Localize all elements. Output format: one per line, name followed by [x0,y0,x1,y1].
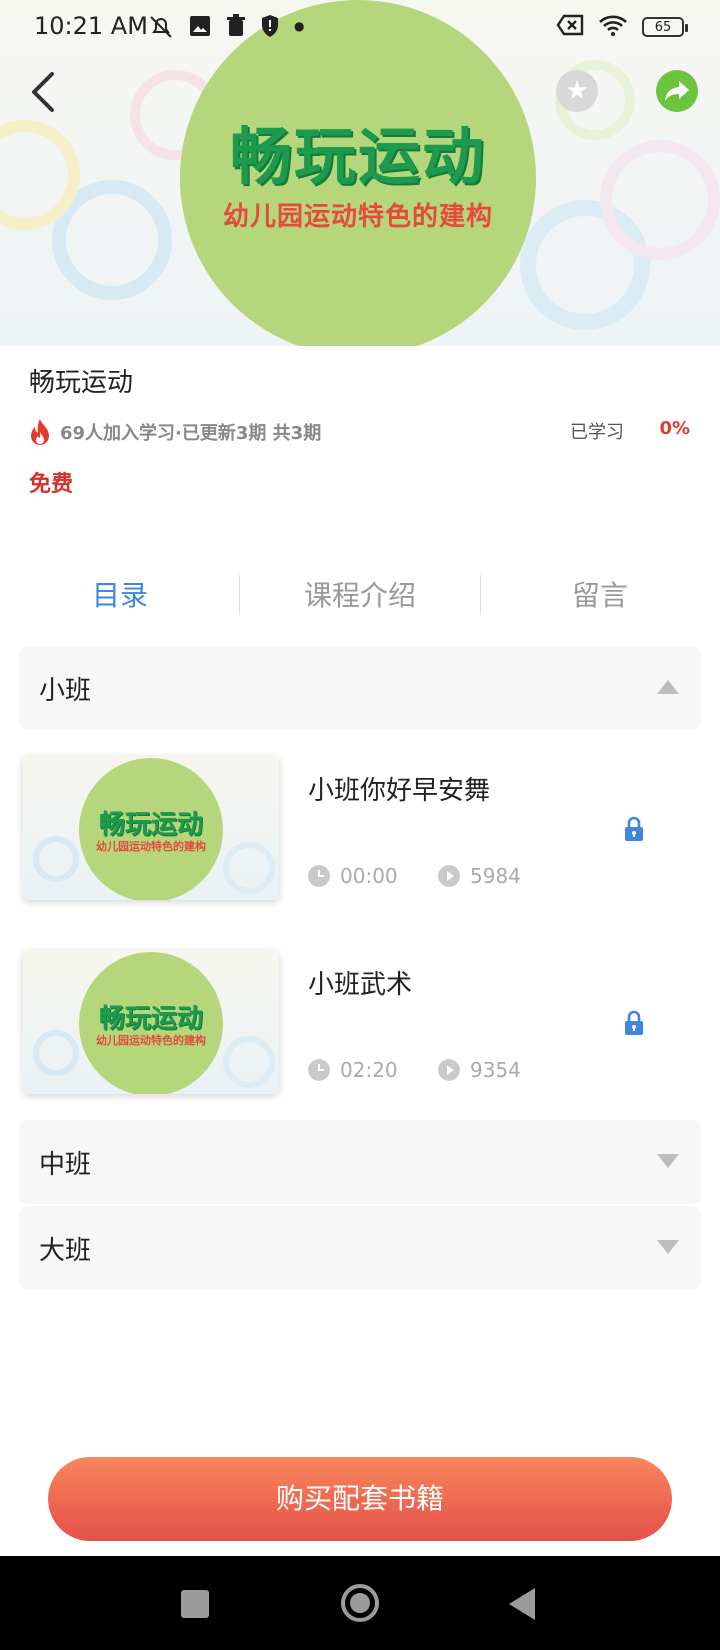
status-system-icons: 65 [556,14,688,40]
thumb-decoration [223,1036,275,1088]
recent-apps-icon[interactable] [181,1590,209,1618]
lesson-item[interactable]: 畅玩运动 幼儿园运动特色的建构 小班你好早安舞 00:00 5984 [0,756,720,912]
lesson-thumbnail: 畅玩运动 幼儿园运动特色的建构 [23,950,279,1094]
status-notification-icons: ● [148,14,304,46]
play-icon [438,865,460,887]
lesson-title: 小班武术 [308,970,413,1000]
tab-comments[interactable]: 留言 [480,568,720,624]
star-icon: ★ [565,76,589,106]
thumb-decoration [33,836,79,882]
section-header-small[interactable]: 小班 [19,646,701,730]
tab-divider [480,575,481,615]
lesson-thumbnail: 畅玩运动 幼儿园运动特色的建构 [23,756,279,900]
banner-subtitle: 幼儿园运动特色的建构 [222,202,493,232]
thumb-title: 畅玩运动 [98,1004,203,1034]
thumb-logo-circle: 畅玩运动 幼儿园运动特色的建构 [79,758,223,900]
course-stats: 69人加入学习·已更新3期 共3期 [28,418,321,446]
clock-icon [308,1059,330,1081]
collapse-icon [657,680,679,694]
buy-books-button[interactable]: 购买配套书籍 [48,1457,672,1541]
wifi-icon [598,14,628,40]
duration-text: 02:20 [340,1058,398,1082]
lock-icon [625,816,643,841]
trash-icon [226,14,246,46]
progress-label: 已学习 [570,422,624,443]
tab-divider [239,575,240,615]
share-button[interactable] [656,70,698,112]
tab-bar: 目录 课程介绍 留言 [0,568,720,624]
plays-text: 5984 [470,864,521,888]
thumb-decoration [223,842,275,894]
section-header-middle[interactable]: 中班 [19,1120,701,1204]
shield-icon [260,14,280,46]
lesson-duration: 02:20 [308,1058,398,1082]
banner-decoration [600,140,720,260]
course-price: 免费 [29,472,74,497]
home-icon[interactable] [341,1584,379,1622]
lesson-plays: 9354 [438,1058,521,1082]
gallery-icon [188,14,212,46]
lesson-item[interactable]: 畅玩运动 幼儿园运动特色的建构 小班武术 02:20 9354 [0,950,720,1106]
lesson-plays: 5984 [438,864,521,888]
course-title: 畅玩运动 [29,368,134,398]
section-header-large[interactable]: 大班 [19,1206,701,1290]
fire-icon [31,419,49,445]
battery-icon: 65 [642,17,688,37]
duration-text: 00:00 [340,864,398,888]
lesson-duration: 00:00 [308,864,398,888]
tab-catalog[interactable]: 目录 [0,568,240,624]
banner-title: 畅玩运动 [229,120,486,193]
section-name: 大班 [39,1236,92,1266]
lock-icon [625,1010,643,1035]
play-icon [438,1059,460,1081]
system-nav-bar [0,1556,720,1650]
progress-value: 0% [659,418,690,439]
back-arrow-icon [32,72,54,112]
section-name: 中班 [39,1150,92,1180]
thumb-title: 畅玩运动 [98,810,203,840]
lesson-title: 小班你好早安舞 [308,776,491,806]
favorite-button[interactable]: ★ [556,70,598,112]
expand-icon [657,1154,679,1168]
nav-back-icon[interactable] [509,1588,535,1620]
mute-icon [148,14,174,46]
back-button[interactable] [26,66,66,116]
share-icon [665,81,689,101]
clock-icon [308,865,330,887]
status-bar: 10:21 AM ● 65 [0,0,720,54]
thumb-subtitle: 幼儿园运动特色的建构 [96,840,206,853]
thumb-decoration [33,1030,79,1076]
sim-off-icon [556,14,584,40]
thumb-subtitle: 幼儿园运动特色的建构 [96,1034,206,1047]
thumb-logo-circle: 畅玩运动 幼儿园运动特色的建构 [79,952,223,1094]
status-time: 10:21 AM [34,12,148,40]
section-name: 小班 [39,676,92,706]
plays-text: 9354 [470,1058,521,1082]
course-stats-text: 69人加入学习·已更新3期 共3期 [60,423,322,444]
tab-intro[interactable]: 课程介绍 [240,568,480,624]
expand-icon [657,1240,679,1254]
dot-icon: ● [294,19,305,33]
